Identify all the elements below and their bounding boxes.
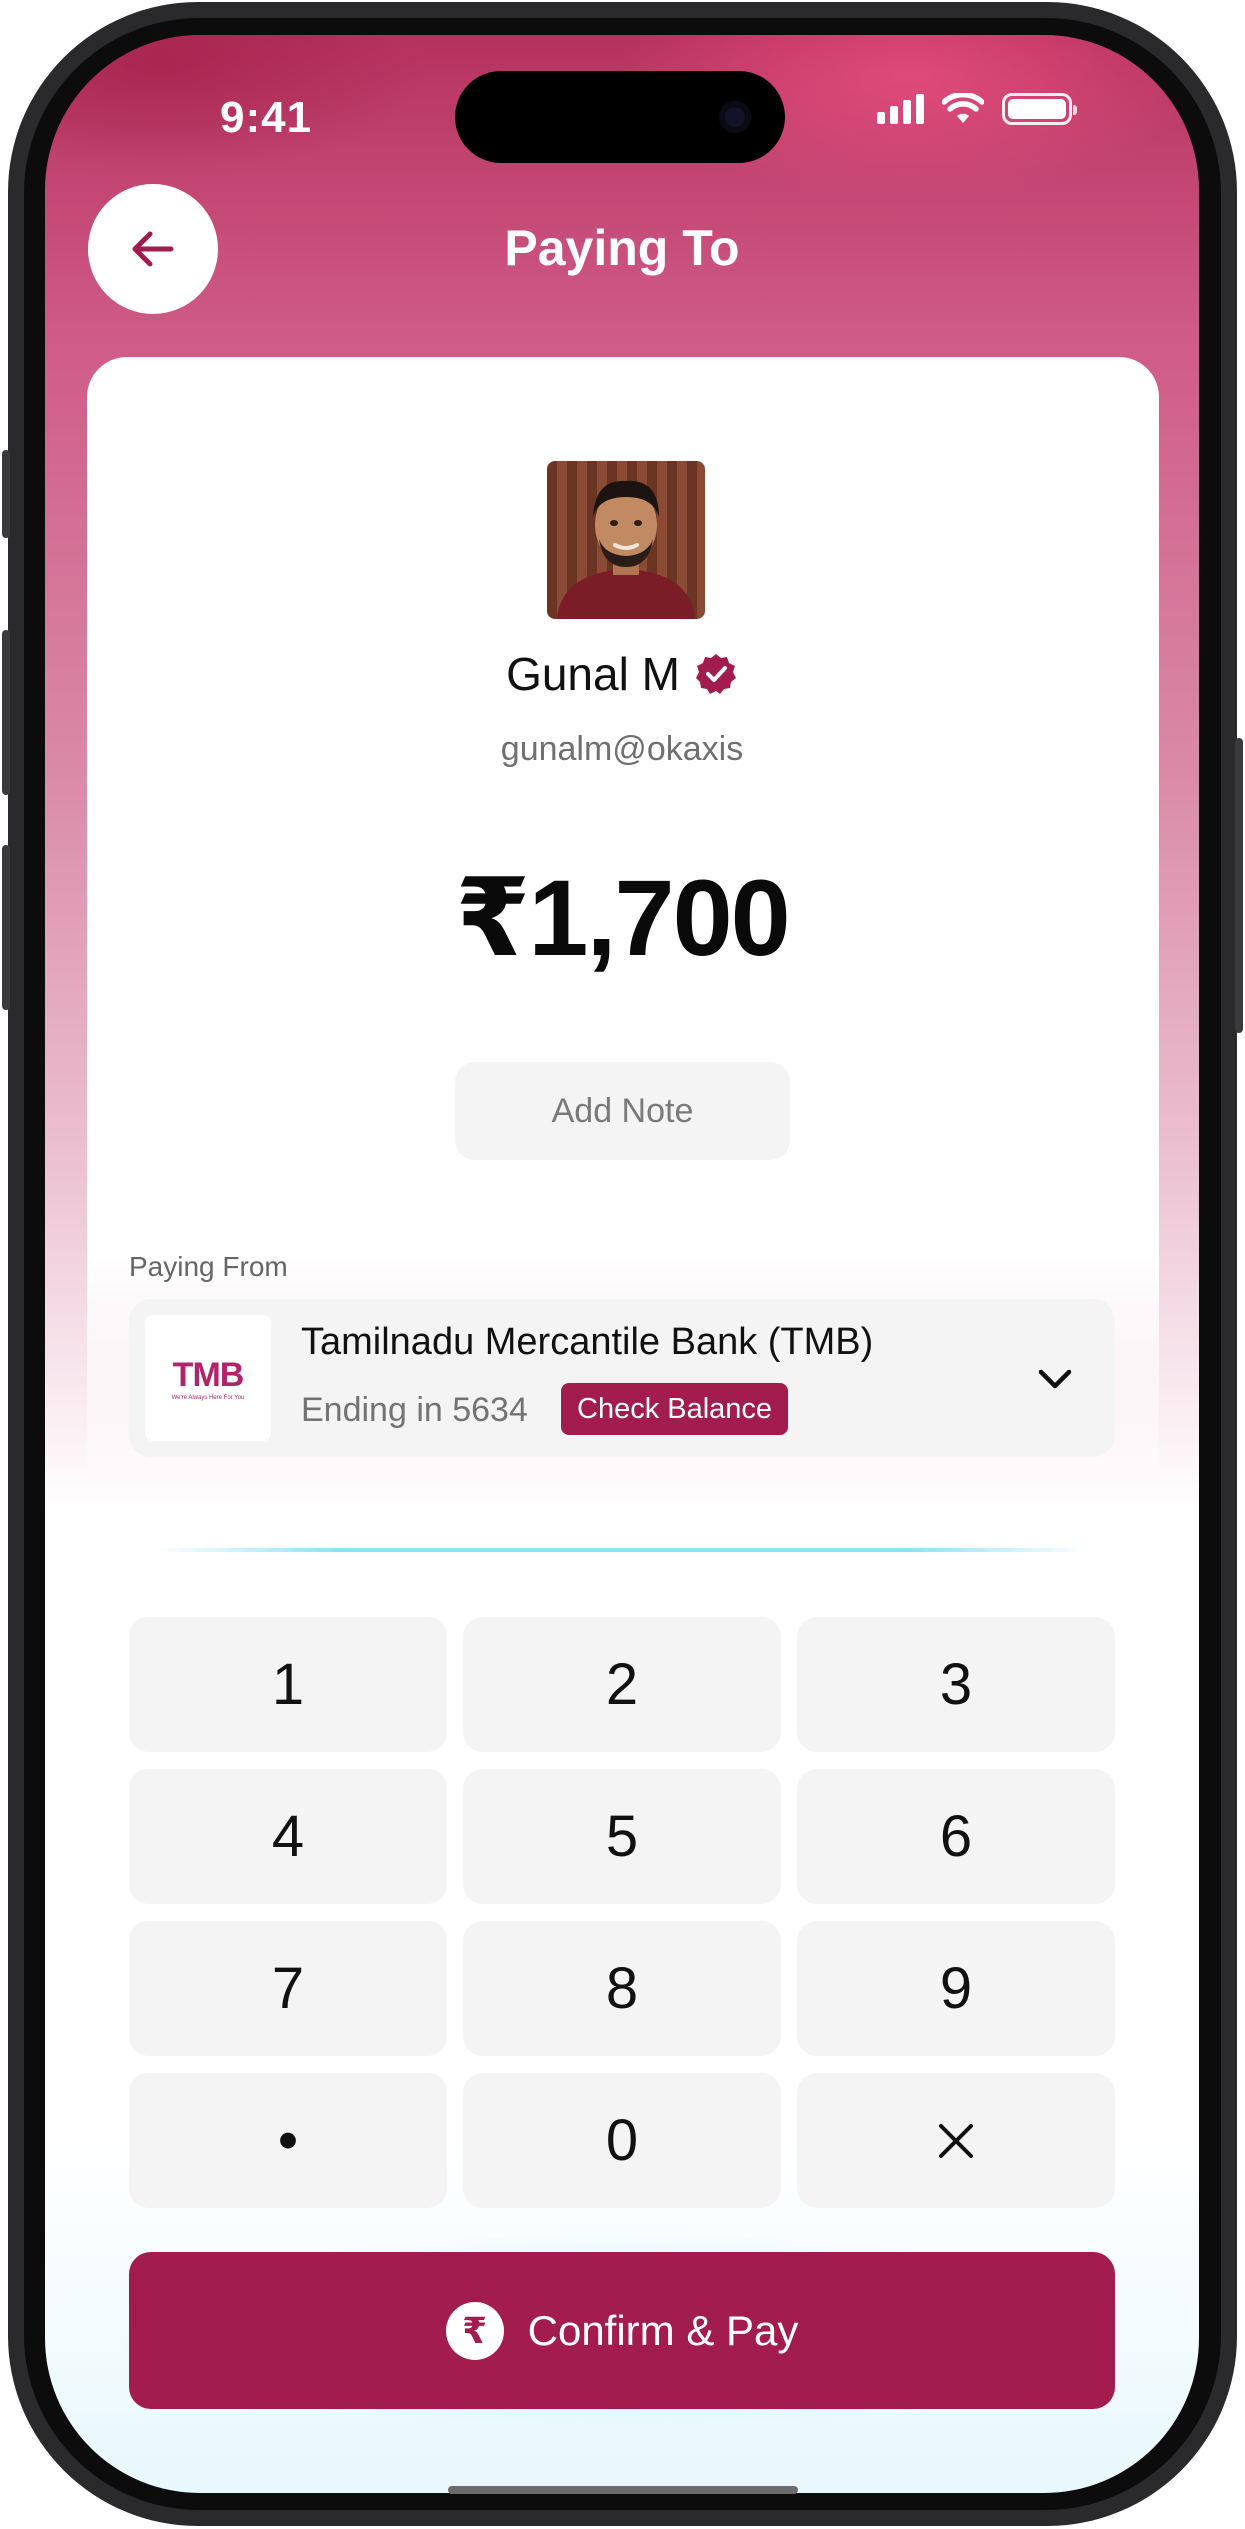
key-decimal[interactable]: • <box>129 2073 447 2208</box>
payee-upi-id: gunalm@okaxis <box>500 730 744 768</box>
key-2[interactable]: 2 <box>463 1617 781 1752</box>
battery-icon <box>1002 93 1077 125</box>
page-title: Paying To <box>504 220 740 276</box>
phone-volume-up-button <box>2 630 10 795</box>
payee-name-row: Gunal M <box>45 647 1199 701</box>
confirm-pay-button[interactable]: ₹ Confirm & Pay <box>129 2252 1115 2409</box>
confirm-pay-label: Confirm & Pay <box>527 2306 799 2354</box>
avatar <box>547 461 705 619</box>
key-7[interactable]: 7 <box>129 1921 447 2056</box>
numeric-keypad: 1 2 3 4 5 6 7 8 9 • 0 <box>129 1617 1115 2208</box>
section-divider <box>155 1548 1090 1552</box>
key-9[interactable]: 9 <box>797 1921 1115 2056</box>
key-8[interactable]: 8 <box>463 1921 781 2056</box>
phone-power-button <box>1235 738 1243 1033</box>
key-4[interactable]: 4 <box>129 1769 447 1904</box>
phone-action-button <box>2 450 10 538</box>
status-time: 9:41 <box>220 93 313 142</box>
key-0[interactable]: 0 <box>463 2073 781 2208</box>
key-6[interactable]: 6 <box>797 1769 1115 1904</box>
dynamic-island <box>455 71 785 163</box>
key-1[interactable]: 1 <box>129 1617 447 1752</box>
rupee-circle-icon: ₹ <box>445 2301 504 2360</box>
cellular-signal-icon <box>877 94 924 124</box>
check-balance-button[interactable]: Check Balance <box>561 1383 789 1435</box>
bank-name: Tamilnadu Mercantile Bank (TMB) <box>301 1321 874 1363</box>
home-indicator[interactable] <box>448 2486 798 2494</box>
chevron-down-icon[interactable] <box>1035 1359 1075 1399</box>
phone-volume-down-button <box>2 845 10 1010</box>
wifi-icon <box>942 93 984 123</box>
front-camera-icon <box>719 101 751 133</box>
payment-amount: ₹1,700 <box>455 857 790 978</box>
paying-from-label: Paying From <box>129 1251 288 1282</box>
bank-account-selector[interactable]: TMB We're Always Here For You Tamilnadu … <box>129 1299 1115 1457</box>
phone-screen: 9:41 Paying To Gunal M gunalm@okaxis ₹1,… <box>45 35 1199 2493</box>
add-note-button[interactable]: Add Note <box>455 1062 790 1160</box>
verified-badge-icon <box>695 654 736 694</box>
key-3[interactable]: 3 <box>797 1617 1115 1752</box>
account-ending: Ending in 5634 <box>301 1391 528 1429</box>
bank-logo-text: TMB <box>172 1355 245 1394</box>
status-icons <box>877 93 1077 125</box>
delete-icon <box>939 2123 973 2158</box>
bank-logo-tagline: We're Always Here For You <box>171 1394 245 1401</box>
bank-logo: TMB We're Always Here For You <box>145 1315 271 1441</box>
key-backspace[interactable] <box>797 2073 1115 2208</box>
key-5[interactable]: 5 <box>463 1769 781 1904</box>
payee-name: Gunal M <box>506 648 680 700</box>
